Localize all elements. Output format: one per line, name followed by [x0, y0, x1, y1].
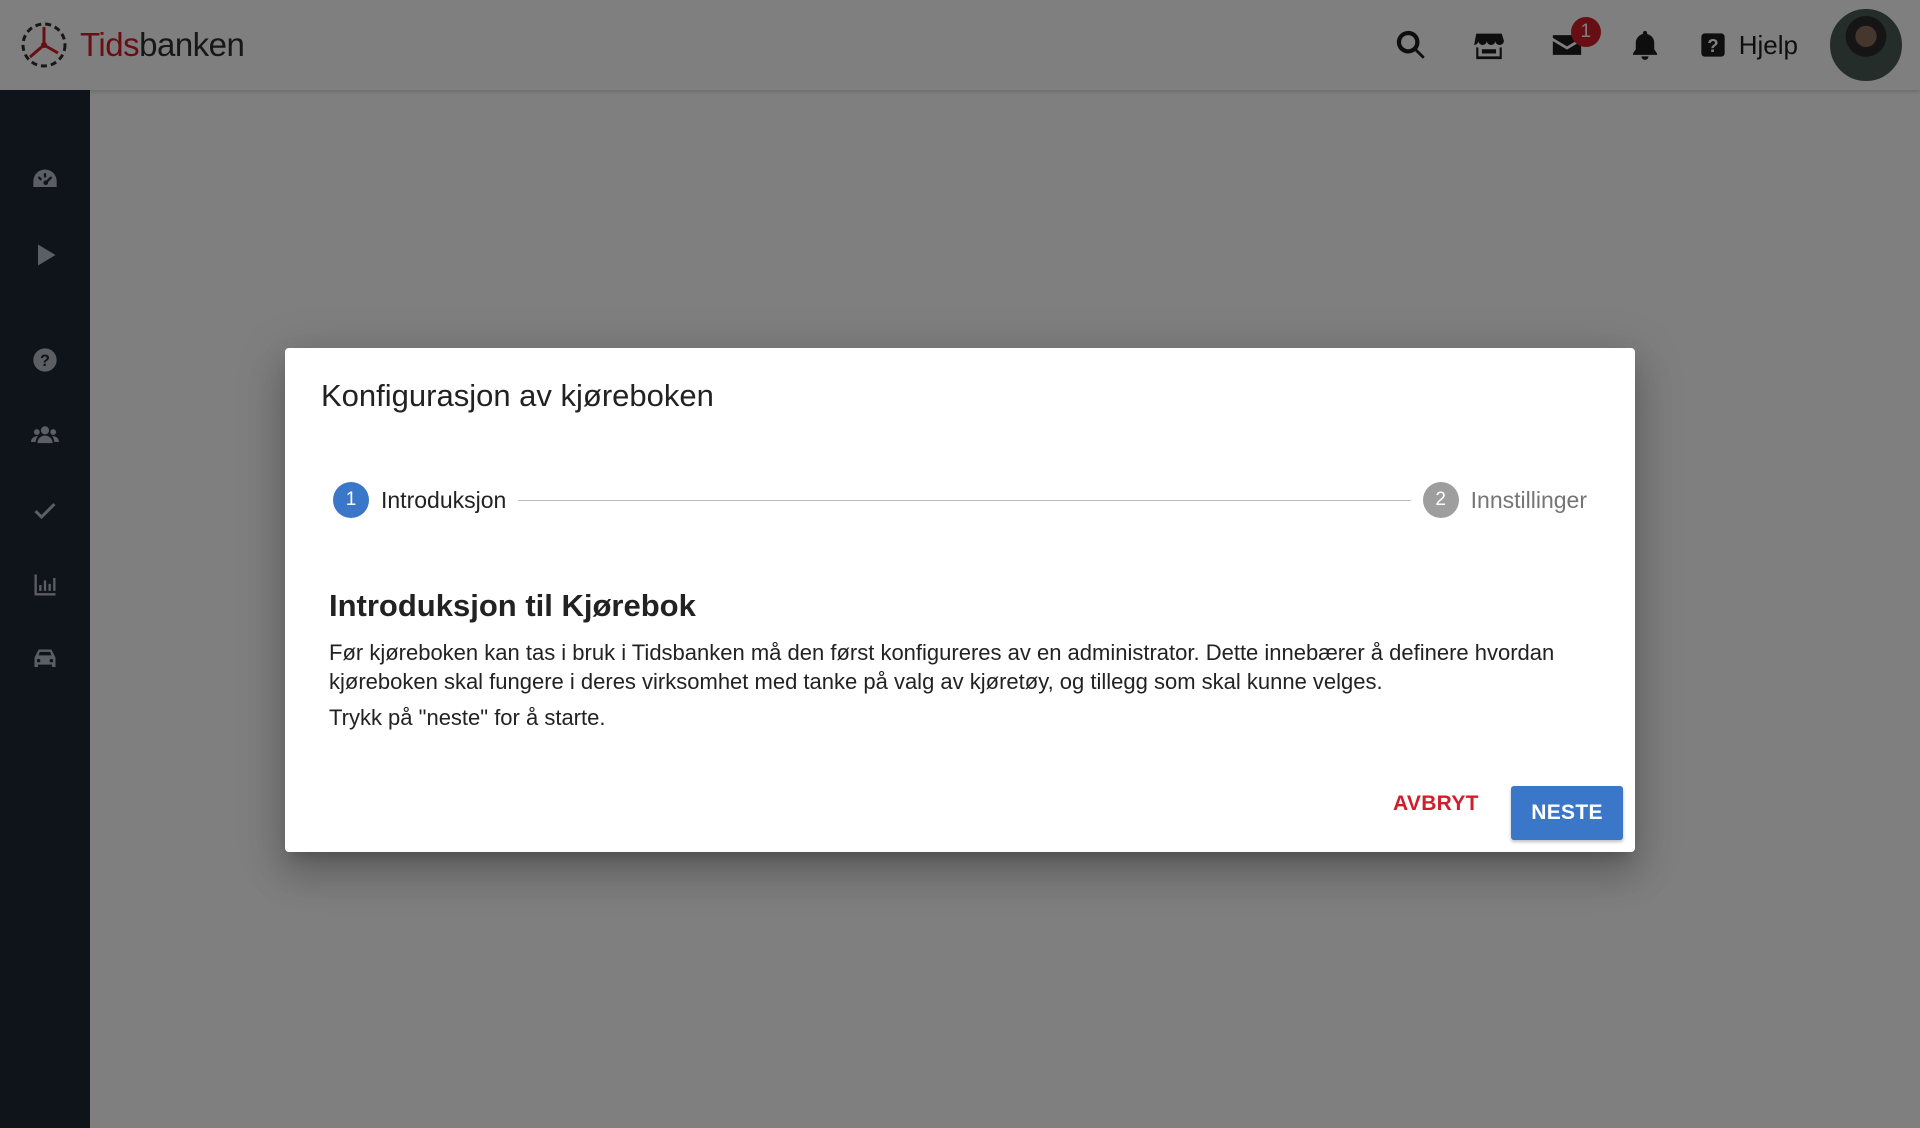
cancel-button[interactable]: AVBRYT [1387, 786, 1485, 822]
step-label: Innstillinger [1470, 486, 1587, 513]
step-label: Introduksjon [381, 486, 507, 513]
intro-hint: Trykk på "neste" for å starte. [329, 705, 606, 730]
step-settings[interactable]: 2 Innstillinger [1422, 482, 1587, 518]
next-button[interactable]: NESTE [1511, 786, 1623, 840]
dialog-title: Konfigurasjon av kjøreboken [321, 378, 714, 413]
intro-body: Før kjøreboken kan tas i bruk i Tidsbank… [329, 640, 1555, 694]
step-number: 1 [333, 482, 369, 518]
step-introduction[interactable]: 1 Introduksjon [333, 482, 506, 518]
step-connector [518, 499, 1411, 501]
stepper: 1 Introduksjon 2 Innstillinger [333, 480, 1587, 520]
config-dialog: Konfigurasjon av kjøreboken 1 Introduksj… [285, 348, 1635, 852]
step-number: 2 [1422, 482, 1459, 518]
intro-heading: Introduksjon til Kjørebok [329, 588, 696, 623]
